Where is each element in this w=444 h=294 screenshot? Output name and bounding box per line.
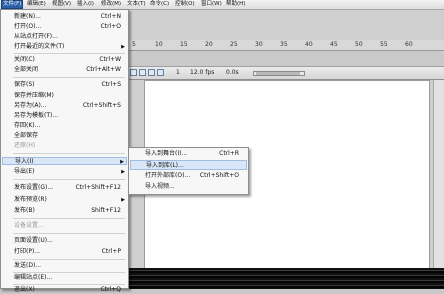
ruler-tick-label: 40 [305,41,313,48]
menu-item-check-in[interactable]: 存回(K)... [2,122,127,130]
menu-insert[interactable]: 插入(I) [77,1,94,8]
ruler-tick-label: 30 [255,41,263,48]
ruler-tick-label: 25 [230,41,238,48]
ruler-tick-label: 50 [355,41,363,48]
menu-control[interactable]: 控制(O) [175,1,195,8]
menu-window[interactable]: 窗口(W) [201,1,222,8]
menu-item-edit-sites[interactable]: 编辑站点(E)... [2,274,127,282]
vertical-scrollbar[interactable] [433,80,444,276]
menu-item-close-all[interactable]: 全部关闭 Ctrl+Alt+W [2,66,127,74]
center-frame-icon[interactable] [130,69,137,76]
menu-item-export[interactable]: 导出(E) ▶ [2,168,127,176]
menu-text[interactable]: 文本(T) [127,1,146,8]
menu-separator [13,218,125,219]
menu-item-save[interactable]: 保存(S) Ctrl+S [2,81,127,89]
menu-item-publish[interactable]: 发布(B) Shift+F12 [2,207,127,215]
ruler-tick-label: 20 [205,41,213,48]
menu-item-open-external-library[interactable]: 打开外部库(O)... Ctrl+Shift+O [130,171,247,181]
ruler-tick-label: 35 [280,41,288,48]
onion-skin-outlines-icon[interactable] [148,69,155,76]
menu-item-send[interactable]: 发送(D)... [2,262,127,270]
menu-separator [13,233,125,234]
submenu-arrow-icon: ▶ [121,169,125,175]
menu-item-import-to-stage[interactable]: 导入到舞台(I)... Ctrl+R [130,149,247,159]
menu-help[interactable]: 帮助(H) [226,1,245,8]
ruler-tick-label: 45 [330,41,338,48]
menu-item-save-as[interactable]: 另存为(A)... Ctrl+Shift+S [2,102,127,110]
menu-item-open-recent[interactable]: 打开最近的文件(T) ▶ [2,43,127,51]
menu-item-import-to-library[interactable]: 导入到库(L)... [130,160,247,170]
menu-item-close[interactable]: 关闭(C) Ctrl+W [2,56,127,64]
menu-item-page-setup[interactable]: 页面设置(U)... [2,237,127,245]
menu-item-save-compact[interactable]: 保存并压缩(M) [2,92,127,100]
menu-item-open-from-site[interactable]: 从站点打开(F)... [2,33,127,41]
timeline-scrollbar[interactable] [253,71,305,76]
menu-item-import[interactable]: 导入(I) ▶ [2,157,127,165]
menu-item-save-as-template[interactable]: 另存为模板(T)... [2,112,127,120]
import-submenu: 导入到舞台(I)... Ctrl+R 导入到库(L)... 打开外部库(O)...… [128,147,249,195]
menu-item-import-video[interactable]: 导入视频... [130,182,247,192]
menu-item-open[interactable]: 打开(O)... Ctrl+O [2,23,127,31]
timeline-ruler: 5 10 15 20 25 30 35 40 45 50 55 60 [128,40,444,51]
menu-separator [13,153,125,154]
menu-item-device-settings: 设备设置... [14,222,44,229]
edit-frames-icon[interactable] [157,69,164,76]
frame-rate[interactable]: 12.0 fps [190,69,214,77]
menu-modify[interactable]: 修改(M) [101,1,121,8]
menu-separator [13,272,125,273]
ruler-tick-label: 15 [180,41,188,48]
submenu-arrow-icon: ▶ [120,159,124,165]
menu-separator [13,53,125,54]
menu-item-new[interactable]: 新建(N)... Ctrl+N [2,13,127,21]
scrollbar-thumb[interactable] [256,72,300,75]
menu-item-save-all[interactable]: 全部保存 [2,132,127,140]
menu-separator [13,284,125,285]
menu-item-publish-preview[interactable]: 发布预览(R) ▶ [2,196,127,204]
menu-edit[interactable]: 编辑(E) [27,1,46,8]
menu-separator [13,259,125,260]
current-frame: 1 [176,69,180,76]
ruler-tick-label: 60 [405,41,413,48]
menu-separator [13,77,125,78]
timeline-panel [128,51,444,67]
file-menu: 新建(N)... Ctrl+N 打开(O)... Ctrl+O 从站点打开(F)..… [0,9,129,293]
submenu-arrow-icon: ▶ [121,197,125,203]
menu-separator [13,179,125,180]
onion-skin-icon[interactable] [139,69,146,76]
elapsed-time: 0.0s [226,69,239,76]
ruler-tick-label: 5 [132,41,136,48]
menu-item-publish-settings[interactable]: 发布设置(G)... Ctrl+Shift+F12 [2,184,127,192]
menu-commands[interactable]: 命令(C) [150,1,169,8]
menu-item-revert: 还原(H) [14,142,36,149]
ruler-tick-label: 55 [380,41,388,48]
menu-file[interactable]: 文件(F) [1,0,24,9]
menu-item-exit[interactable]: 退出(X) Ctrl+Q [2,286,127,294]
ruler-tick-label: 10 [155,41,163,48]
menu-view[interactable]: 视图(V) [52,1,71,8]
submenu-arrow-icon: ▶ [121,44,125,50]
menu-item-print[interactable]: 打印(P)... Ctrl+P [2,248,127,256]
bottom-panel [128,268,444,289]
